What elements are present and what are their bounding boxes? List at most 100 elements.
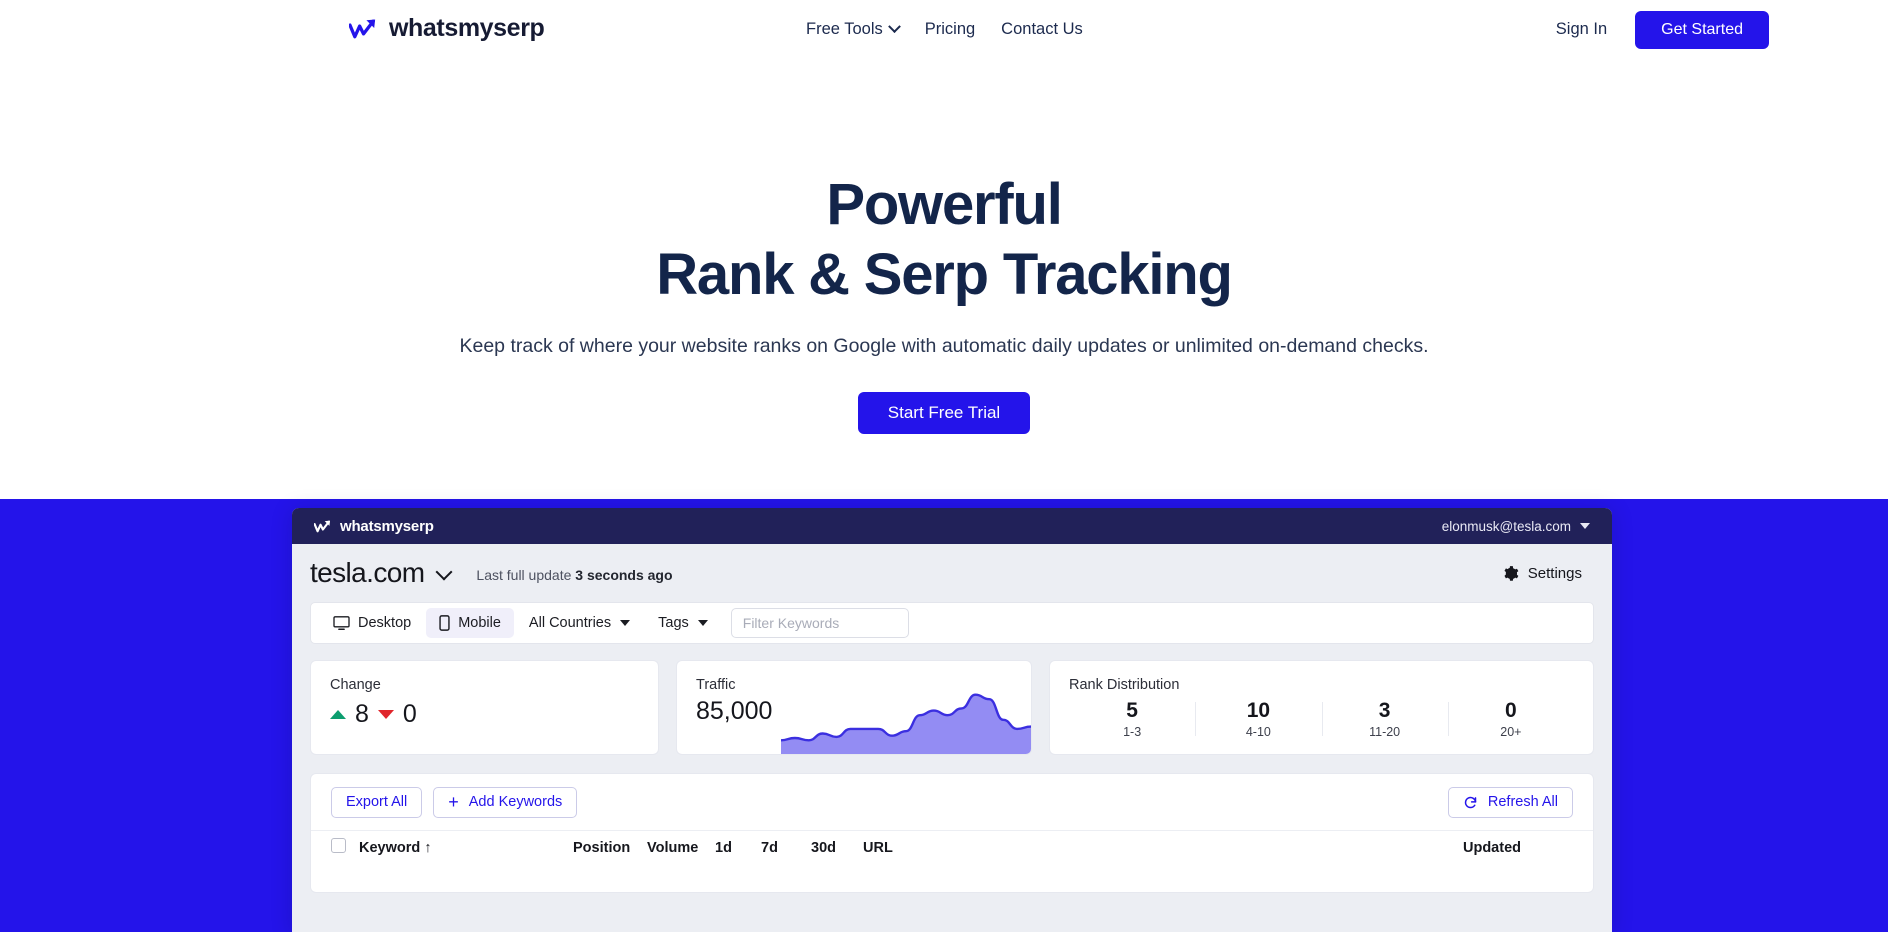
nav-item-free-tools[interactable]: Free Tools [793,20,912,39]
column-keyword[interactable]: Keyword ↑ [359,830,573,865]
rank-distribution-label: Rank Distribution [1069,677,1180,693]
last-update-prefix: Last full update [476,567,572,583]
hero-title-line-1: Powerful [826,172,1063,237]
domain-selector-group: tesla.com Last full update 3 seconds ago [310,557,673,589]
change-down-count: 0 [402,700,417,728]
rank-bucket-range: 20+ [1500,725,1522,739]
nav-item-pricing[interactable]: Pricing [912,20,988,39]
add-keywords-button[interactable]: + Add Keywords [433,786,578,818]
chevron-down-icon[interactable] [435,563,453,581]
site-logo[interactable]: whatsmyserp [349,14,545,43]
app-top-bar: whatsmyserp elonmusk@tesla.com [292,508,1612,544]
nav-item-contact-us[interactable]: Contact Us [988,20,1096,39]
table-header-row: Keyword ↑ Position Volume 1d 7d 30d URL … [311,830,1593,865]
rank-bucket-count: 3 [1378,699,1391,722]
stat-cards: Change 8 0 Traffic 85,000 Rank Distribut… [310,660,1594,755]
column-updated[interactable]: Updated [1463,830,1593,865]
page-title: Powerful Rank & Serp Tracking [0,176,1888,304]
app-screenshot-window: whatsmyserp elonmusk@tesla.com tesla.com… [292,508,1612,932]
table-action-bar: Export All + Add Keywords Refresh All [311,774,1593,830]
nav-item-free-tools-label: Free Tools [806,20,883,38]
arrow-down-icon [377,710,394,719]
hero-subtitle: Keep track of where your website ranks o… [459,335,1429,357]
whatsmyserp-logo-icon [349,19,376,38]
start-free-trial-button[interactable]: Start Free Trial [857,392,1031,435]
hero-title-line-2: Rank & Serp Tracking [656,242,1233,307]
keywords-table-panel: Export All + Add Keywords Refresh All Ke… [310,773,1594,893]
tags-dropdown[interactable]: Tags [645,608,721,638]
site-logo-text: whatsmyserp [389,14,545,42]
change-values: 8 0 [330,700,639,729]
get-started-button[interactable]: Get Started [1635,10,1769,49]
plus-icon: + [448,792,459,812]
arrow-up-icon [330,710,346,719]
hero-section: Powerful Rank & Serp Tracking Keep track… [0,59,1888,499]
refresh-all-button[interactable]: Refresh All [1447,786,1573,818]
select-all-header [311,830,359,865]
filters-toolbar: Desktop Mobile All Countries Tags [310,602,1594,644]
chevron-down-icon [887,20,901,34]
account-menu[interactable]: elonmusk@tesla.com [1442,519,1590,534]
add-keywords-label: Add Keywords [468,794,563,810]
tags-dropdown-label: Tags [658,615,689,631]
app-logo[interactable]: whatsmyserp [314,518,434,535]
nav-item-contact-us-label: Contact Us [1001,20,1083,38]
table-action-buttons: Export All + Add Keywords [331,786,578,818]
app-header-row: tesla.com Last full update 3 seconds ago… [292,544,1612,602]
refresh-icon [1464,796,1477,808]
domain-title: tesla.com [310,557,425,588]
rank-bucket: 3 11-20 [1321,699,1448,739]
device-toggle-desktop[interactable]: Desktop [320,608,424,638]
column-7d[interactable]: 7d [761,830,811,865]
column-url[interactable]: URL [863,830,1463,865]
export-all-button[interactable]: Export All [331,786,423,818]
traffic-sparkline-chart [781,693,1031,754]
device-toggle-mobile-label: Mobile [458,615,501,631]
last-update-value: 3 seconds ago [575,567,673,583]
column-30d[interactable]: 30d [811,830,863,865]
settings-label: Settings [1527,564,1582,582]
settings-button[interactable]: Settings [1502,565,1582,582]
last-update-status: Last full update 3 seconds ago [476,567,672,583]
gear-icon [1504,565,1519,581]
sign-in-link[interactable]: Sign In [1556,20,1607,39]
device-toggle-mobile[interactable]: Mobile [426,608,514,638]
filter-keywords-input[interactable] [730,608,909,638]
chevron-down-icon [1580,523,1590,529]
rank-bucket: 10 4-10 [1195,699,1321,739]
device-toggle-desktop-label: Desktop [358,615,412,631]
rank-distribution-card: Rank Distribution 5 1-3 10 4-10 3 11-20 … [1049,660,1594,755]
keywords-table: Keyword ↑ Position Volume 1d 7d 30d URL … [311,830,1593,865]
header-actions: Sign In Get Started [1556,0,1769,59]
main-navigation: Free Tools Pricing Contact Us [793,0,1096,59]
change-up-count: 8 [355,700,369,728]
rank-bucket-count: 10 [1246,699,1271,722]
rank-bucket: 0 20+ [1447,699,1574,739]
change-card-label: Change [330,677,381,693]
rank-bucket-count: 0 [1505,699,1517,722]
rank-bucket-range: 4-10 [1245,725,1271,739]
rank-bucket-range: 11-20 [1369,725,1401,739]
site-header: whatsmyserp Free Tools Pricing Contact U… [0,0,1888,59]
chevron-down-icon [620,620,631,626]
app-logo-text: whatsmyserp [340,517,434,535]
countries-dropdown-label: All Countries [528,615,612,631]
column-volume[interactable]: Volume [647,830,715,865]
traffic-card: Traffic 85,000 [676,660,1032,755]
column-position[interactable]: Position [573,830,647,865]
column-1d[interactable]: 1d [715,830,761,865]
countries-dropdown[interactable]: All Countries [516,608,643,638]
rank-distribution-buckets: 5 1-3 10 4-10 3 11-20 0 20+ [1069,699,1574,739]
phone-icon [439,615,450,631]
chevron-down-icon [697,620,708,626]
monitor-icon [333,615,350,630]
export-all-label: Export All [346,794,408,810]
app-logo-icon [314,520,331,532]
select-all-checkbox[interactable] [331,838,346,854]
refresh-all-label: Refresh All [1487,794,1558,810]
rank-bucket-range: 1-3 [1123,725,1142,739]
rank-bucket: 5 1-3 [1069,699,1195,739]
account-email: elonmusk@tesla.com [1441,518,1571,534]
change-card: Change 8 0 [310,660,659,755]
nav-item-pricing-label: Pricing [924,20,976,38]
